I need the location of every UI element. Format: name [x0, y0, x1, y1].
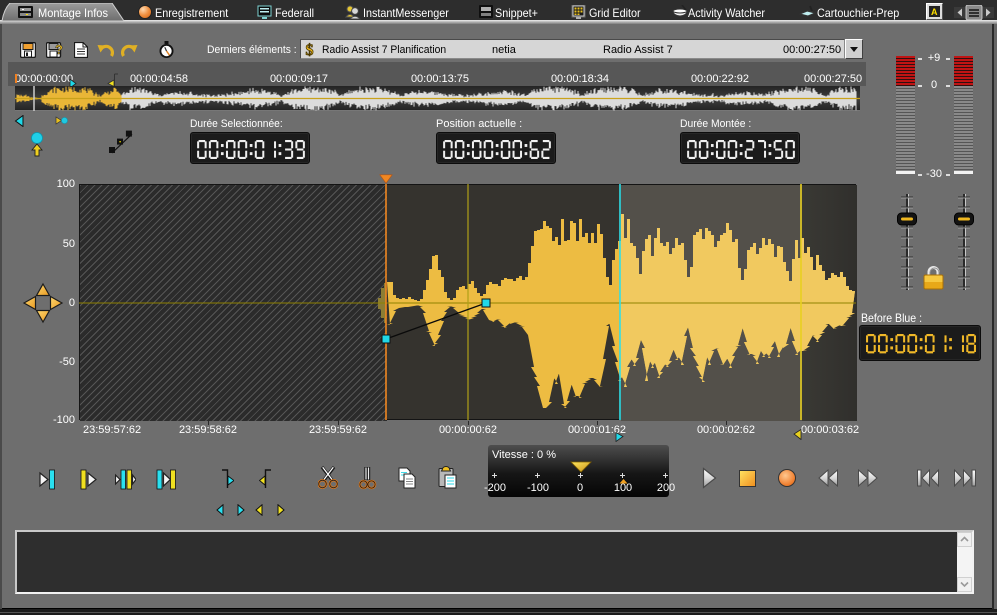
svg-text:?: ? — [55, 42, 63, 57]
svg-text:$: $ — [306, 42, 314, 57]
